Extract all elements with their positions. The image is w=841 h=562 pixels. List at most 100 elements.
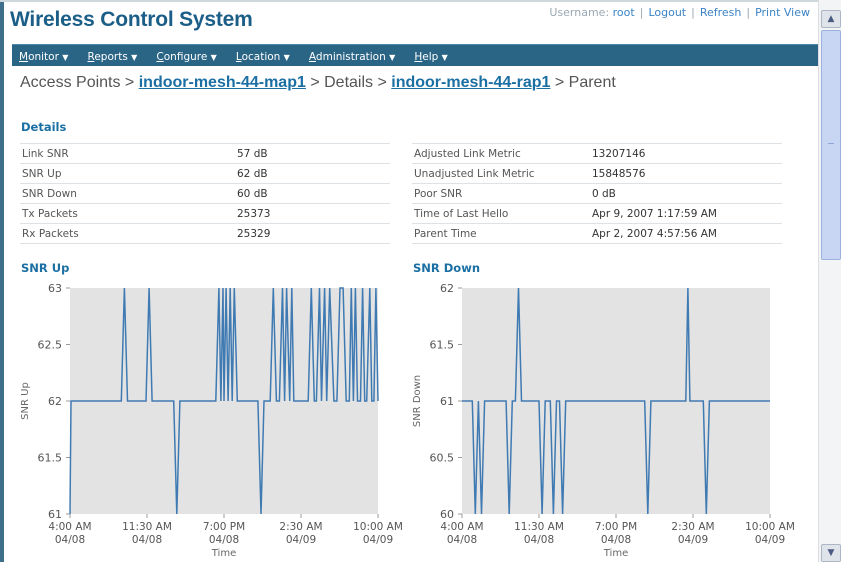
details-title: Details (21, 120, 67, 134)
grip-icon (828, 143, 834, 144)
table-row: Rx Packets 25329 (20, 223, 390, 244)
y-tick-label: 63 (48, 282, 62, 295)
x-tick-sublabel: 04/09 (286, 534, 316, 546)
username-label: Username: (549, 6, 610, 19)
menu-administration[interactable]: Administration ▼ (302, 47, 402, 68)
menu-help[interactable]: Help ▼ (407, 47, 454, 68)
table-row: Poor SNR 0 dB (412, 183, 782, 204)
row-label: SNR Down (20, 183, 235, 204)
separator: | (691, 6, 695, 19)
details-table-left: Link SNR 57 dB SNR Up 62 dB SNR Down 60 dB … (20, 143, 390, 244)
snr-up-chart-title: SNR Up (21, 261, 70, 275)
chevron-down-icon: ▼ (283, 53, 290, 62)
row-value: 25329 (235, 223, 390, 244)
print-view-link[interactable]: Print View (755, 6, 810, 19)
separator: | (639, 6, 644, 19)
refresh-link[interactable]: Refresh (700, 6, 742, 19)
snr-down-chart: 6060.56161.5624:00 AM04/0811:30 AM04/087… (412, 282, 795, 559)
row-label: Time of Last Hello (412, 203, 590, 224)
username-link[interactable]: root (613, 6, 635, 19)
scroll-up-arrow-icon[interactable]: ▲ (821, 10, 841, 28)
details-table-right: Adjusted Link Metric 13207146 Unadjusted … (412, 143, 782, 244)
x-tick-label: 4:00 AM (48, 521, 91, 533)
chevron-down-icon: ▼ (62, 53, 69, 62)
table-row: Link SNR 57 dB (20, 143, 390, 164)
x-tick-label: 4:00 AM (440, 521, 483, 533)
x-tick-label: 11:30 AM (514, 521, 564, 533)
x-tick-label: 2:30 AM (279, 521, 322, 533)
y-tick-label: 62.5 (38, 339, 63, 352)
menu-location[interactable]: Location ▼ (229, 47, 297, 68)
x-tick-sublabel: 04/08 (524, 534, 554, 546)
snr-up-chart: 6161.56262.5634:00 AM04/0811:30 AM04/087… (20, 282, 403, 559)
menu-configure[interactable]: Configure ▼ (149, 47, 223, 68)
table-row: SNR Down 60 dB (20, 183, 390, 204)
x-tick-sublabel: 04/08 (447, 534, 477, 546)
x-tick-label: 11:30 AM (122, 521, 172, 533)
row-value: Apr 2, 2007 4:57:56 AM (590, 223, 782, 244)
row-value: 0 dB (590, 183, 782, 204)
row-label: Tx Packets (20, 203, 235, 224)
x-axis-label: Time (603, 548, 628, 559)
vertical-scrollbar[interactable]: ▲ ▼ (818, 0, 841, 562)
table-row: Time of Last Hello Apr 9, 2007 1:17:59 AM (412, 203, 782, 224)
menu-reports[interactable]: Reports ▼ (81, 47, 145, 68)
x-axis-label: Time (211, 548, 236, 559)
row-value: 60 dB (235, 183, 390, 204)
x-tick-sublabel: 04/08 (209, 534, 239, 546)
separator: | (746, 6, 751, 19)
app-window: Wireless Control System Username: root | L… (0, 0, 818, 562)
x-tick-label: 7:00 PM (595, 521, 637, 533)
table-row: Tx Packets 25373 (20, 203, 390, 224)
row-label: Unadjusted Link Metric (412, 163, 590, 184)
row-value: 25373 (235, 203, 390, 224)
x-tick-label: 10:00 AM (745, 521, 795, 533)
x-tick-label: 2:30 AM (671, 521, 714, 533)
breadcrumb-root: Access Points > (20, 74, 135, 91)
x-tick-sublabel: 04/08 (132, 534, 162, 546)
table-row: Parent Time Apr 2, 2007 4:57:56 AM (412, 223, 782, 244)
row-value: 15848576 (590, 163, 782, 184)
breadcrumb: Access Points > indoor-mesh-44-map1 > De… (20, 74, 616, 92)
row-value: 57 dB (235, 143, 390, 164)
y-axis-label: SNR Down (412, 375, 423, 427)
y-tick-label: 61.5 (430, 339, 455, 352)
row-value: Apr 9, 2007 1:17:59 AM (590, 203, 782, 224)
app-title: Wireless Control System (10, 8, 253, 31)
chevron-down-icon: ▼ (389, 53, 396, 62)
row-label: Poor SNR (412, 183, 590, 204)
breadcrumb-current: > Parent (554, 74, 616, 91)
row-value: 62 dB (235, 163, 390, 184)
y-tick-label: 62 (440, 282, 454, 295)
row-label: SNR Up (20, 163, 235, 184)
row-label: Link SNR (20, 143, 235, 164)
menu-monitor[interactable]: Monitor ▼ (12, 47, 75, 68)
y-tick-label: 61.5 (38, 452, 63, 465)
x-tick-sublabel: 04/08 (55, 534, 85, 546)
breadcrumb-ap-rap-link[interactable]: indoor-mesh-44-rap1 (391, 74, 550, 91)
y-tick-label: 60 (440, 508, 454, 521)
snr-down-chart-title: SNR Down (413, 261, 481, 275)
x-tick-sublabel: 04/08 (601, 534, 631, 546)
y-tick-label: 60.5 (430, 452, 455, 465)
chevron-down-icon: ▼ (441, 53, 448, 62)
y-axis-label: SNR Up (20, 382, 31, 420)
chevron-down-icon: ▼ (210, 53, 217, 62)
x-tick-label: 7:00 PM (203, 521, 245, 533)
row-value: 13207146 (590, 143, 782, 164)
table-row: Unadjusted Link Metric 15848576 (412, 163, 782, 184)
table-row: SNR Up 62 dB (20, 163, 390, 184)
breadcrumb-details: > Details > (310, 74, 387, 91)
breadcrumb-ap-map-link[interactable]: indoor-mesh-44-map1 (139, 74, 306, 91)
chevron-down-icon: ▼ (131, 53, 138, 62)
table-row: Adjusted Link Metric 13207146 (412, 143, 782, 164)
row-label: Parent Time (412, 223, 590, 244)
y-tick-label: 62 (48, 395, 62, 408)
scroll-thumb[interactable] (821, 30, 841, 260)
left-border (0, 0, 4, 562)
logout-link[interactable]: Logout (648, 6, 686, 19)
x-tick-sublabel: 04/09 (678, 534, 708, 546)
x-tick-label: 10:00 AM (353, 521, 403, 533)
row-label: Adjusted Link Metric (412, 143, 590, 164)
scroll-down-arrow-icon[interactable]: ▼ (821, 544, 841, 562)
